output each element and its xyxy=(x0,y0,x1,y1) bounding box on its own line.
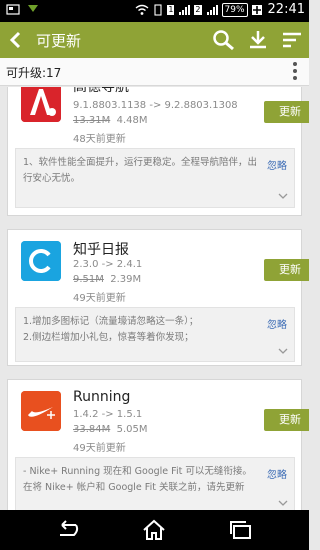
release-notes[interactable]: 1、软件性能全面提升，运行更稳定。全程导航陪伴，出行安心无忧。 忽略 xyxy=(15,148,295,208)
app-size: 33.84M 5.05M xyxy=(73,424,148,435)
sim2-badge: 2 xyxy=(194,4,202,15)
update-button[interactable]: 更新 xyxy=(264,259,309,281)
sim1-badge: 1 xyxy=(167,4,175,15)
update-time: 48天前更新 xyxy=(73,134,126,145)
update-button[interactable]: 更新 xyxy=(264,101,309,123)
update-time: 49天前更新 xyxy=(73,293,126,304)
old-size: 9.51M xyxy=(73,274,104,285)
release-notes-line: - Nike+ Running 现在和 Google Fit 可以无缝衔接。 xyxy=(23,466,252,477)
release-notes-line: 1.增加多图标记（流量壕请忽略这一条）； xyxy=(23,316,199,327)
release-notes-line: 2.侧边栏增加小礼包，惊喜等着你发现； xyxy=(23,332,194,343)
ignore-link[interactable]: 忽略 xyxy=(267,316,287,331)
signal-icon xyxy=(206,4,218,15)
sort-menu-icon[interactable] xyxy=(280,29,304,51)
app-version: 1.4.2 -> 1.5.1 xyxy=(73,409,143,420)
release-notes[interactable]: 1.增加多图标记（流量壕请忽略这一条）； 2.侧边栏增加小礼包，惊喜等着你发现；… xyxy=(15,307,295,362)
overflow-menu-icon[interactable] xyxy=(293,62,297,82)
page-title: 可更新 xyxy=(36,32,82,50)
back-arrow-icon[interactable] xyxy=(8,31,24,49)
charging-icon xyxy=(251,4,262,15)
vibrate-icon xyxy=(154,3,162,16)
release-notes-line: 在将 Nike+ 帐户和 Google Fit 关联之前，请先更新 xyxy=(23,482,245,493)
update-time: 49天前更新 xyxy=(73,443,126,454)
release-notes-text: 1、软件性能全面提升，运行更稳定。全程导航陪伴，出行安心无忧。 xyxy=(23,157,258,184)
app-card: Running 1.4.2 -> 1.5.1 33.84M 5.05M 49天前… xyxy=(7,379,309,510)
app-size: 9.51M 2.39M xyxy=(73,274,141,285)
app-card: 知乎日报 2.3.0 -> 2.4.1 9.51M 2.39M 49天前更新 更… xyxy=(7,229,309,366)
amap-icon xyxy=(21,87,61,122)
old-size: 13.31M xyxy=(73,115,111,126)
notification-icon xyxy=(6,4,20,15)
status-bar: 1 2 79% 22:41 xyxy=(0,0,309,22)
chevron-down-icon[interactable] xyxy=(278,348,288,354)
app-version: 2.3.0 -> 2.4.1 xyxy=(73,259,143,270)
app-name: 知乎日报 xyxy=(73,242,129,258)
notification-icons xyxy=(6,3,40,15)
status-indicators: 1 2 79% 22:41 xyxy=(135,2,305,17)
action-bar: 可更新 xyxy=(0,22,309,58)
update-button[interactable]: 更新 xyxy=(264,409,309,431)
app-card: 高德导航 9.1.8803.1138 -> 9.2.8803.1308 13.3… xyxy=(7,87,309,216)
zhihu-daily-icon xyxy=(21,241,61,281)
navigation-bar xyxy=(0,510,309,550)
signal-icon xyxy=(179,4,191,15)
app-name: Running xyxy=(73,389,131,405)
wifi-icon xyxy=(135,4,149,15)
recent-apps-icon[interactable] xyxy=(228,519,254,541)
new-size: 5.05M xyxy=(116,424,148,435)
release-notes[interactable]: - Nike+ Running 现在和 Google Fit 可以无缝衔接。 在… xyxy=(15,457,295,510)
chevron-down-icon[interactable] xyxy=(278,193,288,199)
ignore-link[interactable]: 忽略 xyxy=(267,466,287,481)
nike-running-icon xyxy=(21,391,61,431)
app-name: 高德导航 xyxy=(73,87,129,95)
sub-header: 可升级:17 xyxy=(0,58,309,86)
download-icon[interactable] xyxy=(246,29,270,51)
upgradable-count: 可升级:17 xyxy=(6,66,62,80)
back-nav-icon[interactable] xyxy=(54,519,80,541)
old-size: 33.84M xyxy=(73,424,111,435)
app-size: 13.31M 4.48M xyxy=(73,115,148,126)
search-icon[interactable] xyxy=(212,29,236,51)
battery-indicator: 79% xyxy=(221,2,248,17)
new-size: 4.48M xyxy=(116,115,148,126)
chevron-down-icon[interactable] xyxy=(278,500,288,506)
update-list[interactable]: 高德导航 9.1.8803.1138 -> 9.2.8803.1308 13.3… xyxy=(0,87,309,510)
clock: 22:41 xyxy=(267,2,305,17)
ignore-link[interactable]: 忽略 xyxy=(267,157,287,172)
new-size: 2.39M xyxy=(110,274,142,285)
app-version: 9.1.8803.1138 -> 9.2.8803.1308 xyxy=(73,100,238,111)
download-notification-icon xyxy=(28,5,38,12)
home-nav-icon[interactable] xyxy=(141,519,167,541)
